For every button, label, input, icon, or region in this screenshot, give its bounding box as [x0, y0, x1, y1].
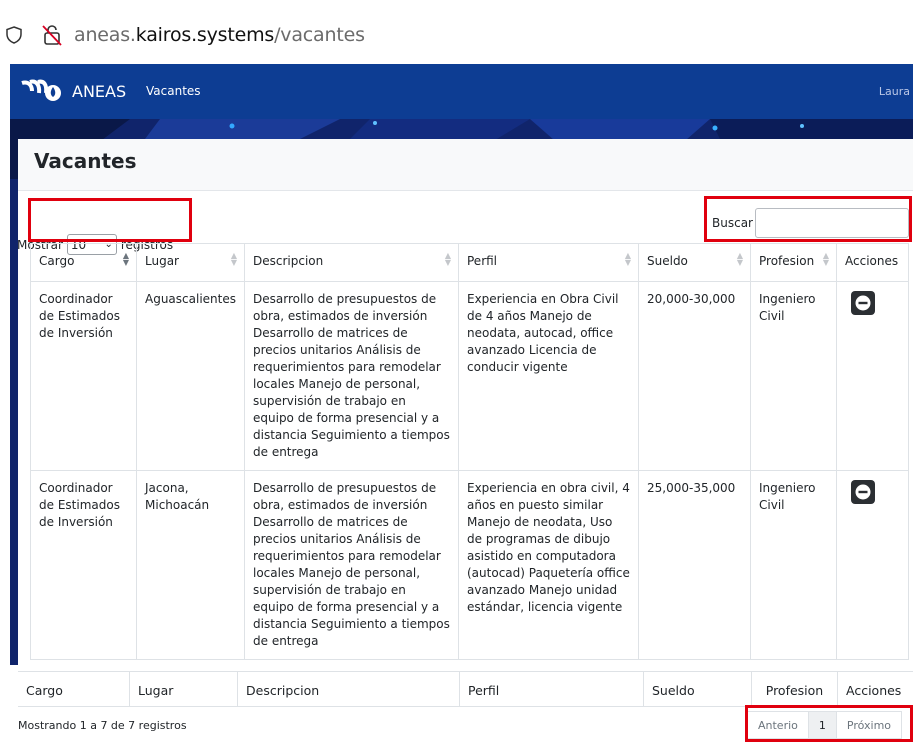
footer-col-sueldo: Sueldo	[644, 672, 752, 706]
brand-name: ANEAS	[72, 81, 127, 101]
col-header-sueldo[interactable]: Sueldo ▲ ▼	[638, 243, 751, 282]
table-row: Coordinador de Estimados de Inversión Ja…	[30, 470, 909, 660]
table-footer-row: Cargo Lugar Descripcion Perfil Sueldo Pr…	[18, 671, 913, 707]
pagination-page-1[interactable]: 1	[808, 711, 836, 739]
url-text[interactable]: aneas.kairos.systems/vacantes	[74, 24, 365, 46]
footer-col-profesion: Profesion	[752, 672, 838, 706]
vacantes-table: Cargo ▲ ▼ Lugar ▲ ▼ Descripcion ▲ ▼ Perfil ▲ ▼ S…	[30, 243, 909, 660]
cell-profesion: Ingeniero Civil	[750, 281, 837, 471]
table-header-row: Cargo ▲ ▼ Lugar ▲ ▼ Descripcion ▲ ▼ Perfil ▲ ▼ S…	[30, 243, 909, 282]
search-input[interactable]	[754, 208, 909, 238]
card-header: Vacantes	[18, 139, 913, 191]
search-label: Buscar	[712, 216, 753, 230]
minus-circle-icon	[855, 484, 871, 500]
footer-col-perfil: Perfil	[460, 672, 644, 706]
cell-perfil: Experiencia en Obra Civil de 4 años Mane…	[458, 281, 639, 471]
sort-icon: ▲ ▼	[122, 251, 129, 267]
cell-acciones	[836, 281, 909, 471]
app-navbar: ANEAS Vacantes Laura ▾	[10, 64, 913, 119]
shield-icon	[6, 26, 22, 44]
insecure-lock-icon[interactable]	[42, 24, 62, 46]
pagination: Anterio 1 Próximo	[747, 711, 903, 739]
cell-profesion: Ingeniero Civil	[750, 470, 837, 660]
nav-link-vacantes[interactable]: Vacantes	[146, 84, 201, 98]
cell-cargo: Coordinador de Estimados de Inversión	[30, 470, 137, 660]
footer-col-descripcion: Descripcion	[238, 672, 460, 706]
col-header-label: Cargo	[39, 254, 75, 268]
minus-circle-icon	[855, 295, 871, 311]
col-header-profesion[interactable]: Profesion ▲ ▼	[750, 243, 837, 282]
url-path: /vacantes	[274, 24, 365, 46]
col-header-label: Perfil	[467, 254, 498, 268]
col-header-label: Descripcion	[253, 254, 324, 268]
sort-icon: ▲ ▼	[822, 251, 829, 267]
footer-col-cargo: Cargo	[18, 672, 130, 706]
col-header-lugar[interactable]: Lugar ▲ ▼	[136, 243, 245, 282]
search-control: Buscar	[712, 208, 909, 238]
col-header-label: Sueldo	[647, 254, 688, 268]
col-header-cargo[interactable]: Cargo ▲ ▼	[30, 243, 137, 282]
aneas-logo-icon	[21, 79, 61, 101]
cell-descripcion: Desarrollo de presupuestos de obra, esti…	[244, 470, 459, 660]
url-subdomain: aneas.	[74, 24, 136, 46]
sort-icon: ▲ ▼	[230, 251, 237, 267]
remove-button[interactable]	[851, 480, 875, 504]
cell-acciones	[836, 470, 909, 660]
sort-icon: ▲ ▼	[624, 251, 631, 267]
footer-col-lugar: Lugar	[130, 672, 238, 706]
user-menu[interactable]: Laura ▾	[879, 85, 913, 98]
col-header-label: Profesion	[759, 254, 815, 268]
cell-lugar: Jacona, Michoacán	[136, 470, 245, 660]
pagination-previous[interactable]: Anterio	[747, 711, 809, 739]
cell-sueldo: 20,000-30,000	[638, 281, 751, 471]
cell-cargo: Coordinador de Estimados de Inversión	[30, 281, 137, 471]
table-info: Mostrando 1 a 7 de 7 registros	[18, 719, 187, 732]
col-header-descripcion[interactable]: Descripcion ▲ ▼	[244, 243, 459, 282]
col-header-perfil[interactable]: Perfil ▲ ▼	[458, 243, 639, 282]
sort-icon: ▲ ▼	[444, 251, 451, 267]
cell-perfil: Experiencia en obra civil, 4 años en pue…	[458, 470, 639, 660]
col-header-label: Lugar	[145, 254, 179, 268]
url-domain: kairos.systems	[135, 24, 275, 46]
cell-sueldo: 25,000-35,000	[638, 470, 751, 660]
brand[interactable]: ANEAS	[20, 77, 126, 105]
sort-icon: ▲ ▼	[736, 251, 743, 267]
col-header-label: Acciones	[845, 254, 899, 268]
col-header-acciones: Acciones	[836, 243, 909, 282]
table-row: Coordinador de Estimados de Inversión Ag…	[30, 281, 909, 471]
pagination-next[interactable]: Próximo	[835, 711, 903, 739]
browser-url-bar[interactable]: aneas.kairos.systems/vacantes	[0, 0, 913, 64]
cell-descripcion: Desarrollo de presupuestos de obra, esti…	[244, 281, 459, 471]
remove-button[interactable]	[851, 291, 875, 315]
cell-lugar: Aguascalientes	[136, 281, 245, 471]
footer-col-acciones: Acciones	[846, 683, 902, 698]
page-title: Vacantes	[34, 149, 137, 173]
